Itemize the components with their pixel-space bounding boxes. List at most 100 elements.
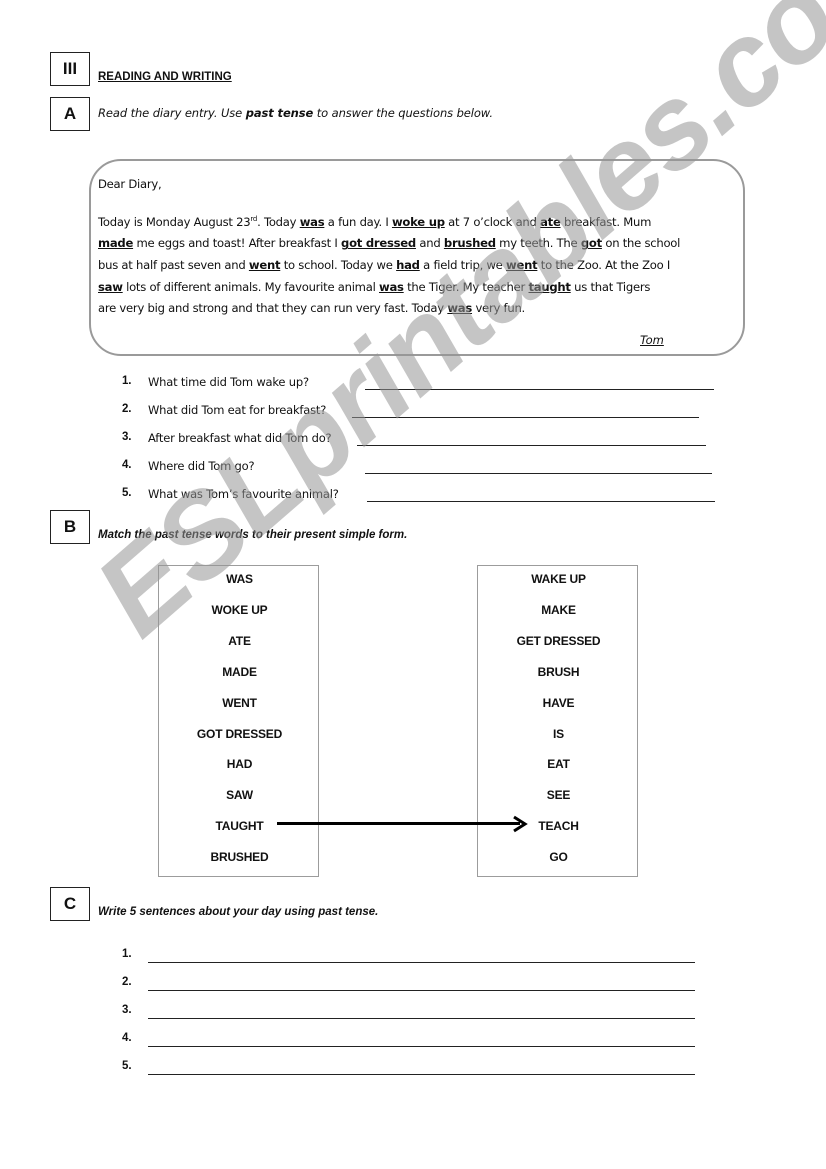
part-c-label: C xyxy=(63,894,77,913)
question-number: 5. xyxy=(122,487,132,499)
diary-signature: Tom xyxy=(640,333,664,347)
section-number: III xyxy=(62,59,78,78)
sentence-number: 2. xyxy=(122,976,132,988)
answer-line[interactable] xyxy=(365,473,712,474)
present-simple-word[interactable]: GET DRESSED xyxy=(478,634,639,648)
answer-line[interactable] xyxy=(365,389,714,390)
present-simple-word[interactable]: SEE xyxy=(478,788,639,802)
part-a-instruction: Read the diary entry. Use past tense to … xyxy=(98,106,493,120)
question-number: 1. xyxy=(122,375,132,387)
part-a-label-box: A xyxy=(50,97,90,131)
sentence-write-line[interactable] xyxy=(148,990,695,991)
sentence-write-line[interactable] xyxy=(148,1074,695,1075)
diary-text: a fun day. I xyxy=(324,214,392,229)
answer-line[interactable] xyxy=(352,417,699,418)
diary-text: lots of different animals. My favourite … xyxy=(122,279,379,294)
diary-text: us that Tigers xyxy=(570,279,651,294)
past-tense-verb: saw xyxy=(98,279,123,294)
section-title: READING AND WRITING xyxy=(98,71,232,83)
diary-text: my teeth. The xyxy=(495,236,581,251)
instruction-text: Read the diary entry. Use xyxy=(98,106,246,120)
past-tense-word[interactable]: GOT DRESSED xyxy=(159,727,320,741)
question-number: 3. xyxy=(122,431,132,443)
past-tense-verb: was xyxy=(299,214,325,229)
diary-line: saw lots of different animals. My favour… xyxy=(98,277,738,299)
question-text: What was Tom’s favourite animal? xyxy=(148,487,339,501)
present-simple-word[interactable]: BRUSH xyxy=(478,665,639,679)
sentence-write-line[interactable] xyxy=(148,962,695,963)
past-tense-word[interactable]: WOKE UP xyxy=(159,603,320,617)
diary-text: . Today xyxy=(257,214,300,229)
present-simple-word[interactable]: HAVE xyxy=(478,696,639,710)
diary-line: are very big and strong and that they ca… xyxy=(98,298,738,320)
question-text: Where did Tom go? xyxy=(148,459,255,473)
diary-text: the Tiger. My teacher xyxy=(403,279,529,294)
past-tense-word[interactable]: HAD xyxy=(159,757,320,771)
diary-greeting: Dear Diary, xyxy=(98,177,162,191)
arrow-head-icon xyxy=(513,815,528,833)
section-number-box: III xyxy=(50,52,90,86)
past-tense-word[interactable]: SAW xyxy=(159,788,320,802)
past-tense-verb: woke up xyxy=(391,214,445,229)
present-simple-word[interactable]: EAT xyxy=(478,757,639,771)
past-tense-word[interactable]: ATE xyxy=(159,634,320,648)
sentence-write-line[interactable] xyxy=(148,1018,695,1019)
past-tense-verb: went xyxy=(506,258,538,273)
diary-text: and xyxy=(415,236,444,251)
part-a-label: A xyxy=(63,104,77,123)
past-tense-verb: taught xyxy=(528,279,571,294)
diary-body: Today is Monday August 23rd. Today was a… xyxy=(98,209,738,320)
past-tense-word[interactable]: MADE xyxy=(159,665,320,679)
sentence-number: 3. xyxy=(122,1004,132,1016)
past-tense-verb: got xyxy=(580,236,602,251)
diary-text: to school. Today we xyxy=(280,258,397,273)
past-tense-word[interactable]: WAS xyxy=(159,572,320,586)
question-text: What time did Tom wake up? xyxy=(148,375,309,389)
past-tense-verb: made xyxy=(98,236,134,251)
part-c-label-box: C xyxy=(50,887,90,921)
question-number: 4. xyxy=(122,459,132,471)
diary-text: on the school xyxy=(601,236,681,251)
diary-line: Today is Monday August 23rd. Today was a… xyxy=(98,209,738,233)
diary-line: bus at half past seven and went to schoo… xyxy=(98,255,738,277)
question-text: After breakfast what did Tom do? xyxy=(148,431,332,445)
past-tense-verb: got dressed xyxy=(341,236,416,251)
past-tense-word[interactable]: BRUSHED xyxy=(159,850,320,864)
answer-line[interactable] xyxy=(367,501,715,502)
present-simple-word[interactable]: WAKE UP xyxy=(478,572,639,586)
past-tense-verb: ate xyxy=(540,214,561,229)
past-tense-column: WAS WOKE UP ATE MADE WENT GOT DRESSED HAD SAW TA… xyxy=(158,565,319,877)
present-simple-column: WAKE UP MAKE GET DRESSED BRUSH HAVE IS EAT SEE T… xyxy=(477,565,638,877)
past-tense-verb: was xyxy=(447,301,473,316)
diary-text: are very big and strong and that they ca… xyxy=(98,301,448,316)
past-tense-verb: went xyxy=(248,258,281,273)
part-b-label-box: B xyxy=(50,510,90,544)
past-tense-verb: was xyxy=(379,279,404,294)
sentence-number: 5. xyxy=(122,1060,132,1072)
match-arrow-line xyxy=(277,822,520,825)
part-c-instruction: Write 5 sentences about your day using p… xyxy=(98,906,379,918)
diary-text: Today is Monday August 23 xyxy=(98,214,251,229)
instruction-text: to answer the questions below. xyxy=(313,106,493,120)
diary-text: very fun. xyxy=(472,301,525,316)
answer-line[interactable] xyxy=(357,445,706,446)
present-simple-word[interactable]: MAKE xyxy=(478,603,639,617)
diary-line: made me eggs and toast! After breakfast … xyxy=(98,233,738,255)
past-tense-word[interactable]: WENT xyxy=(159,696,320,710)
present-simple-word[interactable]: IS xyxy=(478,727,639,741)
diary-text: at 7 o’clock and xyxy=(444,214,541,229)
diary-text: bus at half past seven and xyxy=(98,258,249,273)
past-tense-verb: brushed xyxy=(443,236,496,251)
diary-text: to the Zoo. At the Zoo I xyxy=(537,258,671,273)
sentence-write-line[interactable] xyxy=(148,1046,695,1047)
part-b-instruction: Match the past tense words to their pres… xyxy=(98,529,408,541)
diary-text: breakfast. Mum xyxy=(560,214,652,229)
question-text: What did Tom eat for breakfast? xyxy=(148,403,327,417)
diary-text: a field trip, we xyxy=(419,258,506,273)
instruction-emphasis: past tense xyxy=(245,106,314,120)
past-tense-verb: had xyxy=(396,258,420,273)
sentence-number: 4. xyxy=(122,1032,132,1044)
diary-text: me eggs and toast! After breakfast I xyxy=(133,236,342,251)
sentence-number: 1. xyxy=(122,948,132,960)
present-simple-word[interactable]: GO xyxy=(478,850,639,864)
